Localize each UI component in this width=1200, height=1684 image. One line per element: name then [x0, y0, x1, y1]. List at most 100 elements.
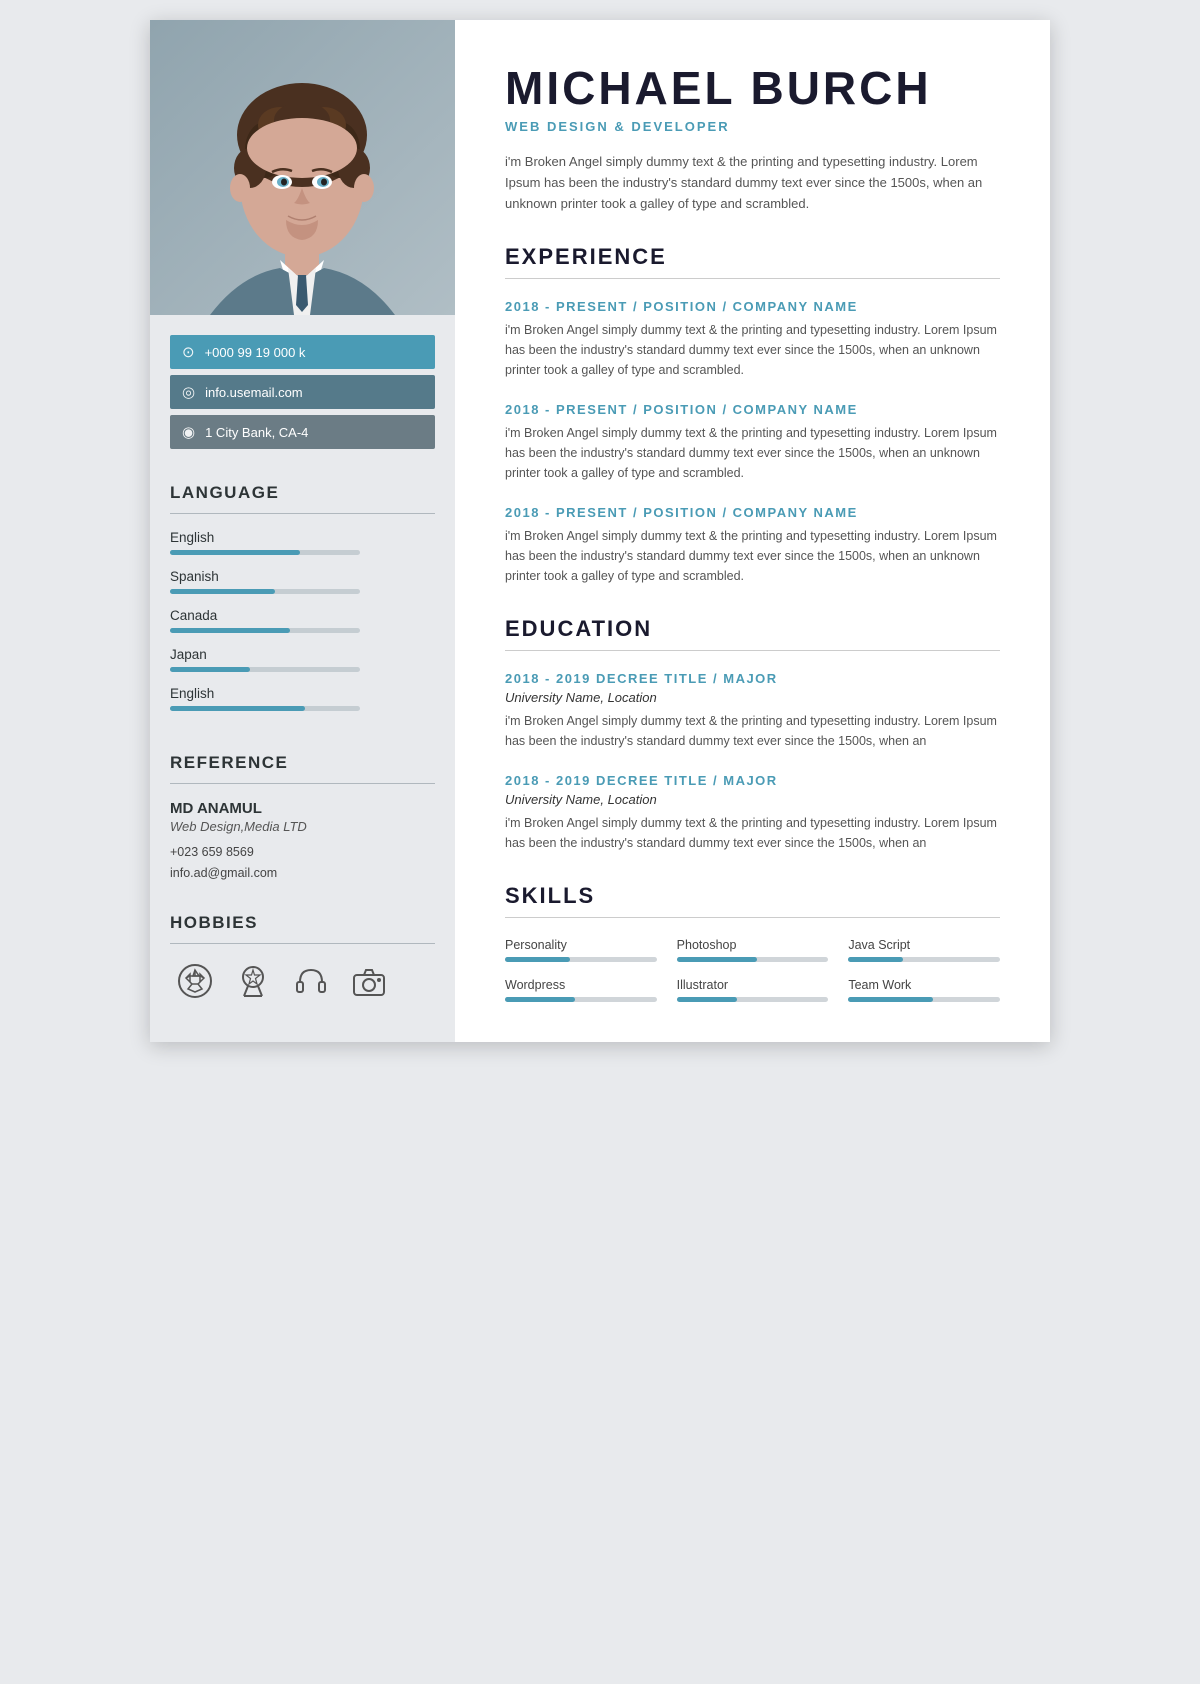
reference-job-title: Web Design,Media LTD	[170, 819, 435, 834]
football-icon	[174, 960, 216, 1002]
contact-section: ⊙ +000 99 19 000 k ◎ info.usemail.com ◉ …	[150, 315, 455, 465]
skill-bar-bg	[677, 957, 829, 962]
language-item: Spanish	[170, 569, 435, 594]
language-bar-bg	[170, 550, 360, 555]
email-contact: ◎ info.usemail.com	[170, 375, 435, 409]
skill-label: Wordpress	[505, 978, 657, 992]
skill-label: Team Work	[848, 978, 1000, 992]
education-subtitle: University Name, Location	[505, 792, 1000, 807]
language-label: Japan	[170, 647, 435, 662]
language-label: Canada	[170, 608, 435, 623]
experience-heading: 2018 - PRESENT / POSITION / COMPANY NAME	[505, 505, 1000, 520]
skill-bar-fill	[848, 997, 933, 1002]
language-divider	[170, 513, 435, 514]
experience-entry: 2018 - PRESENT / POSITION / COMPANY NAME…	[505, 402, 1000, 483]
language-label: English	[170, 530, 435, 545]
language-item: English	[170, 686, 435, 711]
hobbies-section: HOBBIES	[150, 895, 455, 1012]
skill-bar-bg	[848, 957, 1000, 962]
experience-divider	[505, 278, 1000, 279]
candidate-bio: i'm Broken Angel simply dummy text & the…	[505, 152, 1000, 214]
phone-contact: ⊙ +000 99 19 000 k	[170, 335, 435, 369]
language-title: LANGUAGE	[170, 483, 435, 503]
language-bar-bg	[170, 667, 360, 672]
education-subtitle: University Name, Location	[505, 690, 1000, 705]
language-list: English Spanish Canada Japan English	[170, 530, 435, 711]
language-bar-bg	[170, 628, 360, 633]
language-bar-fill	[170, 550, 300, 555]
language-label: English	[170, 686, 435, 701]
experience-entry: 2018 - PRESENT / POSITION / COMPANY NAME…	[505, 299, 1000, 380]
skill-item: Photoshop	[677, 938, 829, 962]
experience-section-title: EXPERIENCE	[505, 244, 1000, 270]
skill-bar-fill	[505, 997, 575, 1002]
profile-photo	[150, 20, 455, 315]
language-label: Spanish	[170, 569, 435, 584]
skill-label: Personality	[505, 938, 657, 952]
skill-label: Java Script	[848, 938, 1000, 952]
language-bar-bg	[170, 706, 360, 711]
email-value: info.usemail.com	[205, 385, 303, 400]
education-heading: 2018 - 2019 DECREE TITLE / MAJOR	[505, 773, 1000, 788]
resume-container: ⊙ +000 99 19 000 k ◎ info.usemail.com ◉ …	[150, 20, 1050, 1042]
skill-bar-bg	[505, 997, 657, 1002]
main-content: MICHAEL BURCH WEB DESIGN & DEVELOPER i'm…	[455, 20, 1050, 1042]
language-bar-bg	[170, 589, 360, 594]
headphones-icon	[290, 960, 332, 1002]
language-item: English	[170, 530, 435, 555]
phone-value: +000 99 19 000 k	[205, 345, 306, 360]
language-bar-fill	[170, 667, 250, 672]
language-item: Japan	[170, 647, 435, 672]
skill-item: Team Work	[848, 978, 1000, 1002]
education-section-title: EDUCATION	[505, 616, 1000, 642]
skill-bar-fill	[505, 957, 570, 962]
experience-text: i'm Broken Angel simply dummy text & the…	[505, 320, 1000, 380]
skill-item: Java Script	[848, 938, 1000, 962]
skill-item: Illustrator	[677, 978, 829, 1002]
candidate-name: MICHAEL BURCH	[505, 65, 1000, 111]
skill-bar-fill	[677, 957, 757, 962]
language-item: Canada	[170, 608, 435, 633]
language-bar-fill	[170, 706, 305, 711]
language-section: LANGUAGE English Spanish Canada Japan En…	[150, 465, 455, 735]
candidate-title: WEB DESIGN & DEVELOPER	[505, 119, 1000, 134]
skill-bar-fill	[677, 997, 737, 1002]
experience-section: EXPERIENCE 2018 - PRESENT / POSITION / C…	[505, 244, 1000, 586]
education-heading: 2018 - 2019 DECREE TITLE / MAJOR	[505, 671, 1000, 686]
phone-icon: ⊙	[182, 343, 195, 361]
skill-bar-bg	[505, 957, 657, 962]
skill-label: Illustrator	[677, 978, 829, 992]
reference-title: REFERENCE	[170, 753, 435, 773]
award-icon	[232, 960, 274, 1002]
email-icon: ◎	[182, 383, 195, 401]
reference-divider	[170, 783, 435, 784]
address-value: 1 City Bank, CA-4	[205, 425, 308, 440]
skill-label: Photoshop	[677, 938, 829, 952]
camera-icon	[348, 960, 390, 1002]
experience-list: 2018 - PRESENT / POSITION / COMPANY NAME…	[505, 299, 1000, 586]
reference-section: REFERENCE MD ANAMUL Web Design,Media LTD…	[150, 735, 455, 895]
education-text: i'm Broken Angel simply dummy text & the…	[505, 813, 1000, 853]
location-icon: ◉	[182, 423, 195, 441]
reference-phone: +023 659 8569	[170, 842, 435, 863]
experience-heading: 2018 - PRESENT / POSITION / COMPANY NAME	[505, 402, 1000, 417]
skill-item: Personality	[505, 938, 657, 962]
language-bar-fill	[170, 589, 275, 594]
language-bar-fill	[170, 628, 290, 633]
education-entry: 2018 - 2019 DECREE TITLE / MAJOR Univers…	[505, 671, 1000, 751]
skills-grid: Personality Photoshop Java Script Wordpr…	[505, 938, 1000, 1002]
experience-text: i'm Broken Angel simply dummy text & the…	[505, 526, 1000, 586]
skills-divider	[505, 917, 1000, 918]
sidebar: ⊙ +000 99 19 000 k ◎ info.usemail.com ◉ …	[150, 20, 455, 1042]
education-entry: 2018 - 2019 DECREE TITLE / MAJOR Univers…	[505, 773, 1000, 853]
skill-bar-fill	[848, 957, 903, 962]
experience-text: i'm Broken Angel simply dummy text & the…	[505, 423, 1000, 483]
photo-svg	[150, 20, 455, 315]
education-list: 2018 - 2019 DECREE TITLE / MAJOR Univers…	[505, 671, 1000, 853]
hobbies-title: HOBBIES	[170, 913, 435, 933]
skill-bar-bg	[677, 997, 829, 1002]
education-text: i'm Broken Angel simply dummy text & the…	[505, 711, 1000, 751]
skill-item: Wordpress	[505, 978, 657, 1002]
reference-email: info.ad@gmail.com	[170, 863, 435, 884]
address-contact: ◉ 1 City Bank, CA-4	[170, 415, 435, 449]
